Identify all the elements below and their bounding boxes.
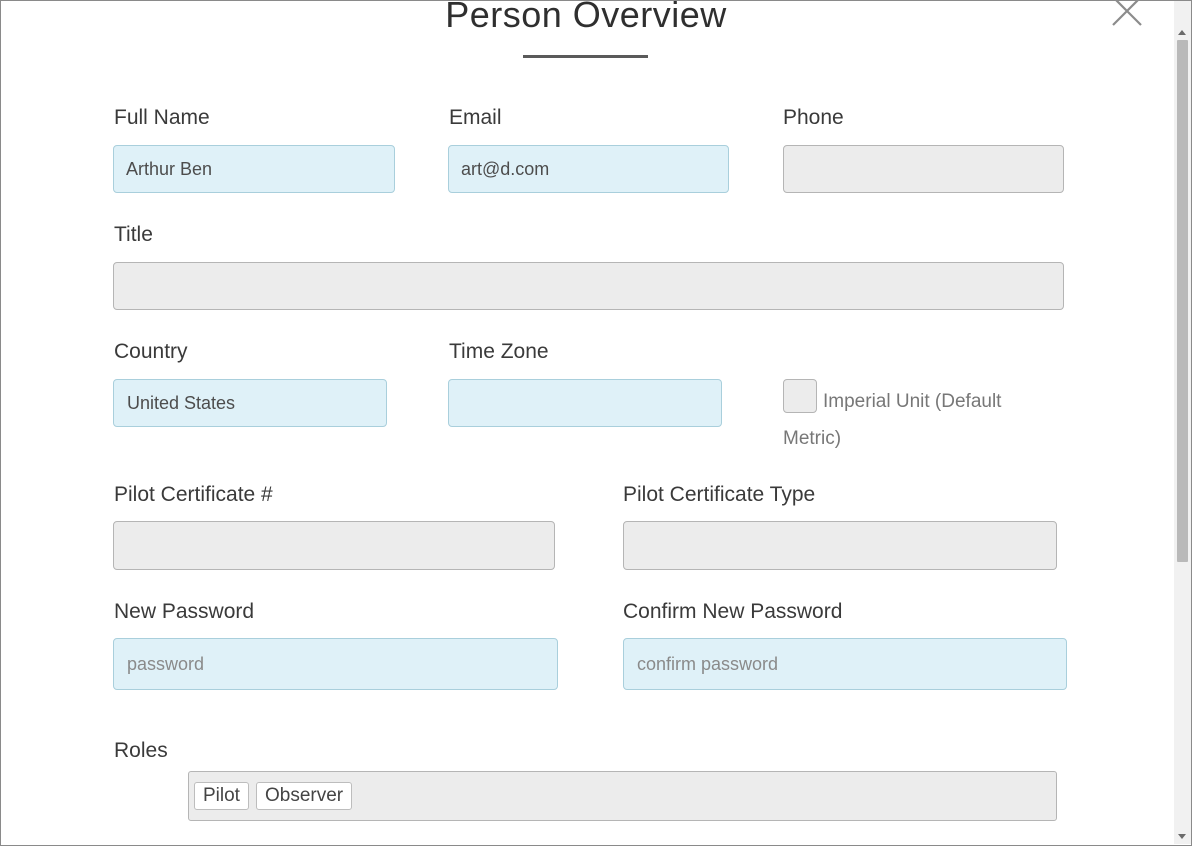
confirm-password-label: Confirm New Password bbox=[623, 600, 843, 623]
time-zone-select[interactable] bbox=[448, 379, 722, 427]
role-tag-observer[interactable]: Observer bbox=[255, 782, 353, 810]
full-name-input[interactable] bbox=[113, 145, 395, 193]
roles-multiselect[interactable]: Pilot Observer bbox=[188, 771, 1057, 821]
pilot-certificate-number-label: Pilot Certificate # bbox=[114, 483, 273, 506]
title-input[interactable] bbox=[113, 262, 1064, 310]
new-password-label: New Password bbox=[114, 600, 255, 623]
roles-label: Roles bbox=[114, 739, 168, 762]
new-password-input[interactable] bbox=[113, 638, 558, 690]
close-icon[interactable] bbox=[1110, 0, 1144, 28]
pilot-certificate-type-label: Pilot Certificate Type bbox=[623, 483, 816, 506]
confirm-password-input[interactable] bbox=[623, 638, 1067, 690]
scrollbar-thumb[interactable] bbox=[1177, 40, 1188, 562]
full-name-label: Full Name bbox=[114, 106, 210, 129]
email-label: Email bbox=[449, 106, 502, 129]
time-zone-label: Time Zone bbox=[449, 340, 549, 363]
imperial-unit-label: Imperial Unit (Default Metric) bbox=[783, 391, 1002, 449]
pilot-certificate-type-select[interactable] bbox=[623, 521, 1057, 570]
country-label: Country bbox=[114, 340, 188, 363]
title-label: Title bbox=[114, 223, 153, 246]
phone-label: Phone bbox=[783, 106, 844, 129]
role-tag-pilot[interactable]: Pilot bbox=[194, 782, 249, 810]
pilot-certificate-number-input[interactable] bbox=[113, 521, 555, 570]
country-select[interactable] bbox=[113, 379, 387, 427]
phone-input[interactable] bbox=[783, 145, 1064, 193]
scroll-up-icon[interactable] bbox=[1178, 30, 1186, 35]
title-underline bbox=[523, 55, 648, 58]
scroll-down-icon[interactable] bbox=[1178, 834, 1186, 839]
email-input[interactable] bbox=[448, 145, 729, 193]
page-title: Person Overview bbox=[445, 0, 727, 35]
